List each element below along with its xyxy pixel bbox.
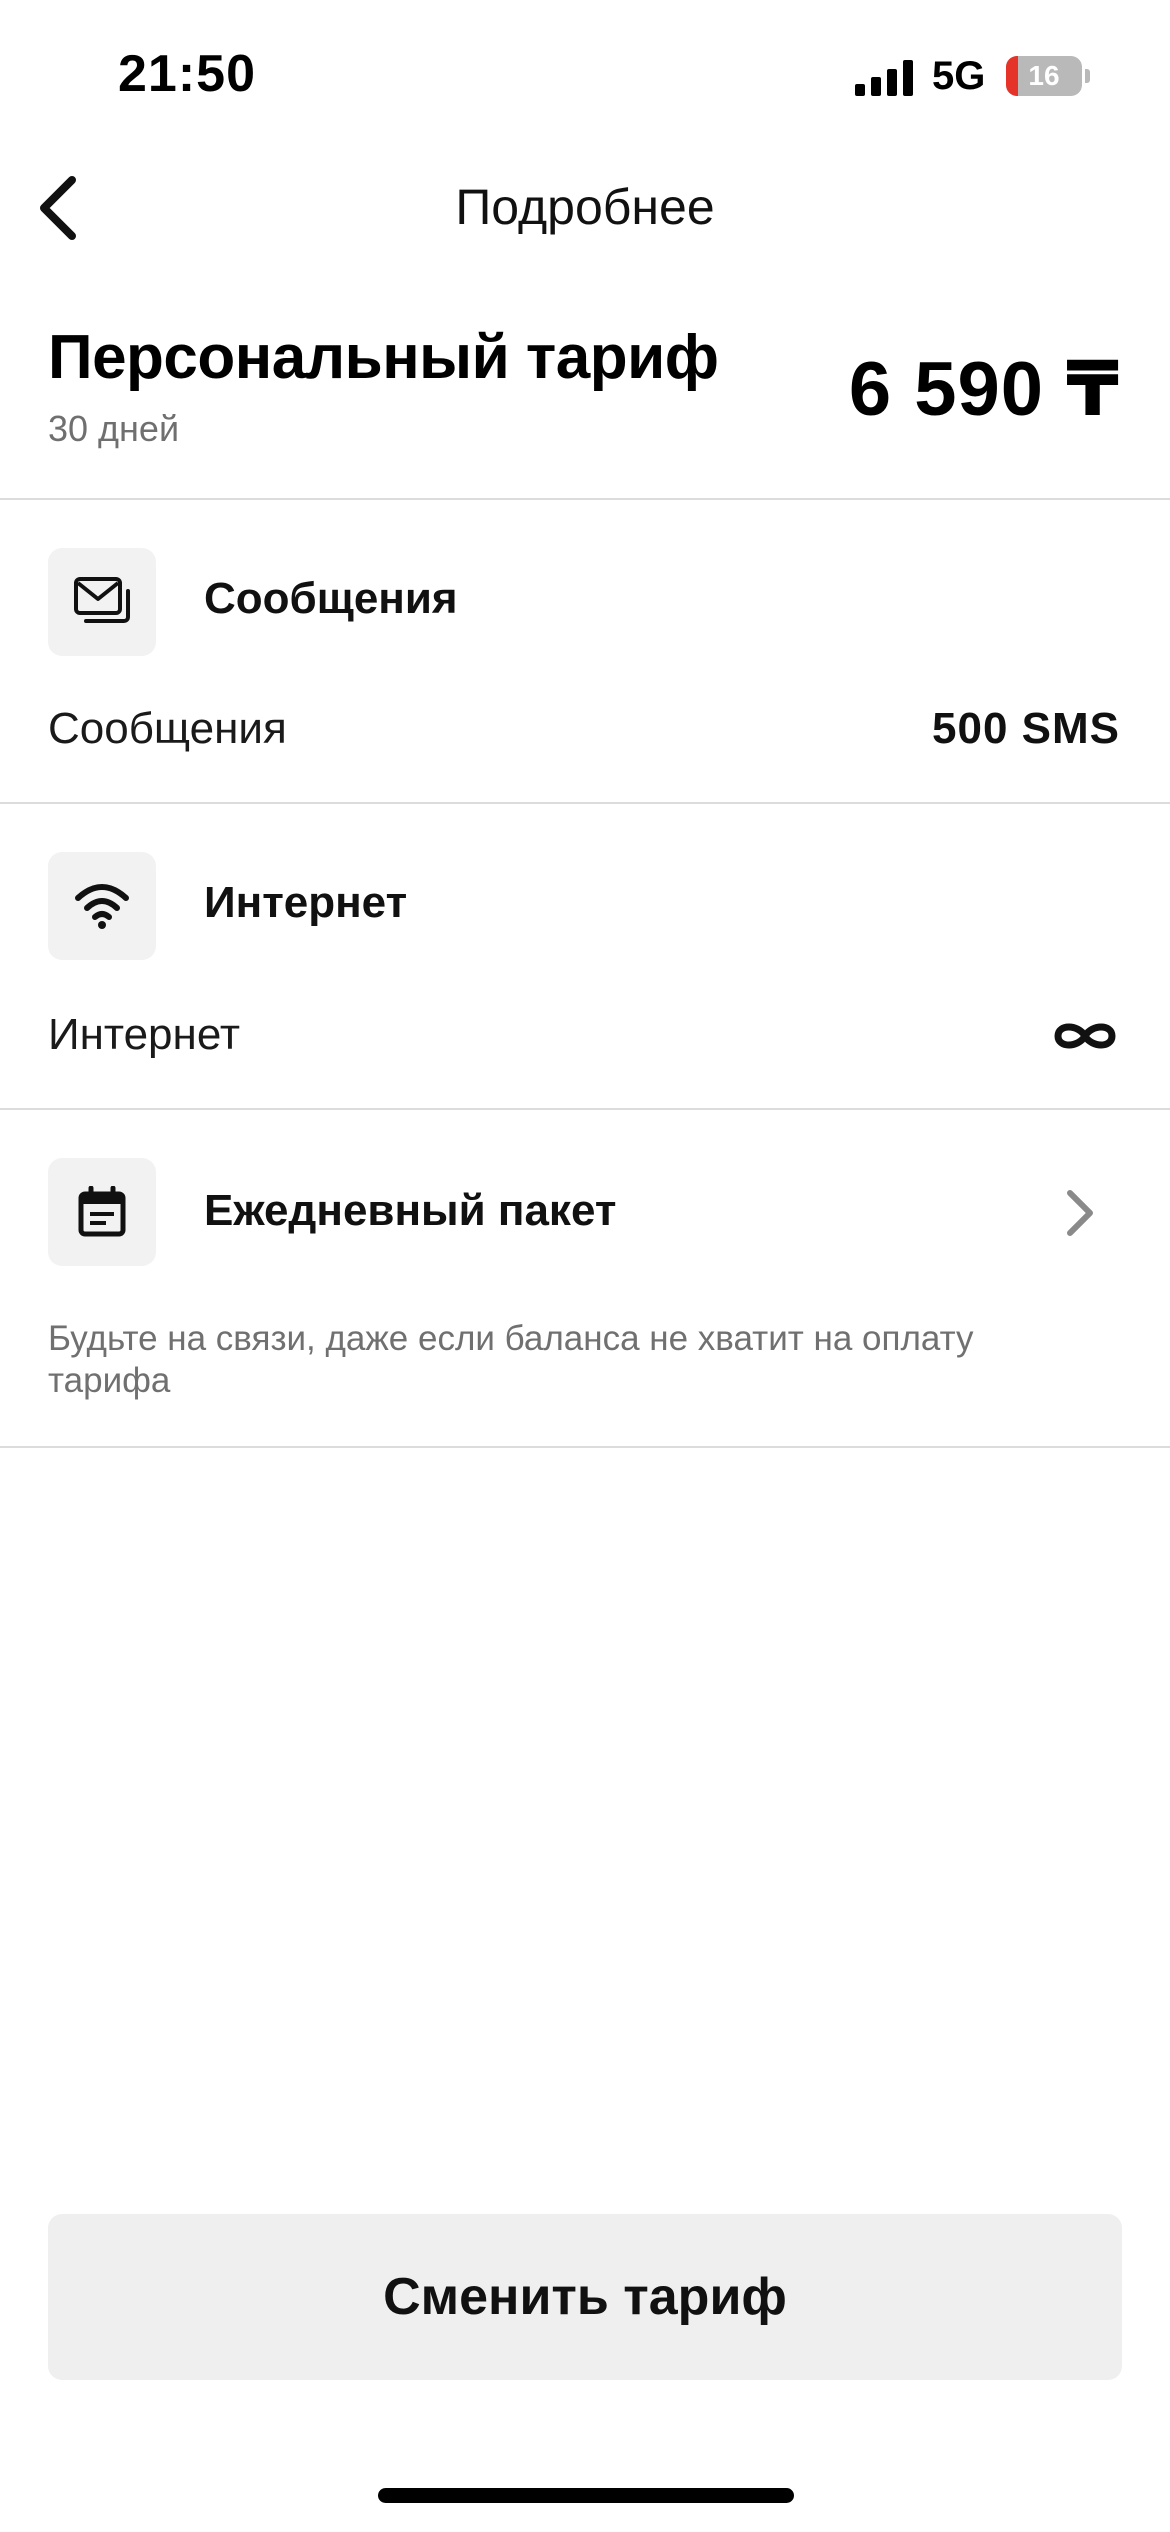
divider [0, 802, 1170, 804]
home-indicator [378, 2488, 794, 2503]
change-tariff-button[interactable]: Сменить тариф [48, 2214, 1122, 2380]
status-bar: 21:50 5G 16 [0, 0, 1170, 150]
wifi-icon [75, 884, 129, 929]
divider [0, 1446, 1170, 1448]
internet-row-label: Интернет [48, 1010, 240, 1059]
messages-icon [74, 577, 130, 623]
daily-package-icon-box [48, 1158, 156, 1266]
messages-icon-box [48, 548, 156, 656]
status-time: 21:50 [118, 45, 256, 103]
divider [0, 498, 1170, 500]
internet-icon-box [48, 852, 156, 960]
signal-icon [855, 60, 913, 96]
calendar-icon [78, 1186, 126, 1237]
section-title-messages: Сообщения [204, 574, 458, 623]
tariff-name: Персональный тариф [48, 323, 719, 392]
section-title-daily-package: Ежедневный пакет [204, 1186, 617, 1235]
tariff-period: 30 дней [48, 408, 180, 449]
network-type: 5G [932, 54, 986, 98]
infinity-icon [1054, 1023, 1116, 1049]
messages-row-label: Сообщения [48, 704, 287, 753]
page-title: Подробнее [455, 179, 715, 235]
messages-row-value: 500 SMS [932, 704, 1120, 753]
daily-package-note: Будьте на связи, даже если баланса не хв… [48, 1319, 974, 1400]
section-title-internet: Интернет [204, 878, 408, 927]
chevron-right-icon [1067, 1190, 1093, 1236]
battery-icon: 16 [1006, 56, 1090, 96]
battery-percent: 16 [1028, 60, 1060, 91]
tariff-price: 6 590 ₸ [848, 347, 1120, 432]
daily-package-row[interactable]: Ежедневный пакет Будьте на связи, даже е… [0, 1110, 1170, 1446]
